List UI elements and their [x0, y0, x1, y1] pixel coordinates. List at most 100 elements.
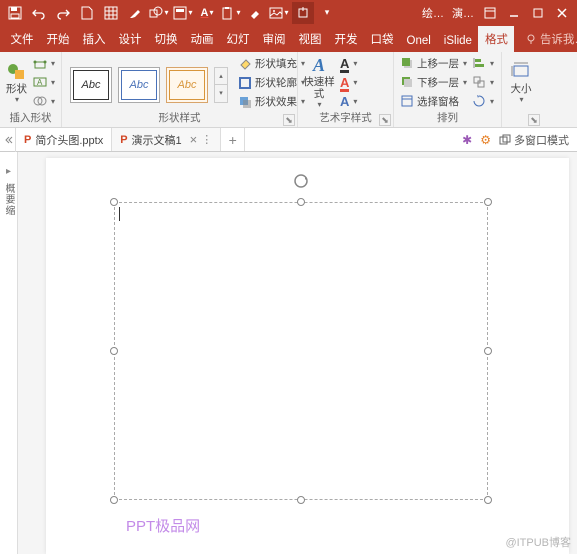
tab-design[interactable]: 设计: [112, 26, 148, 52]
shape-styles-launcher[interactable]: ⬊: [283, 114, 295, 126]
gallery-more-button[interactable]: ▴▾: [214, 67, 228, 103]
tell-me-search[interactable]: 告诉我…: [518, 26, 577, 52]
text-box-button[interactable]: A▾: [31, 73, 57, 91]
eraser-button[interactable]: [244, 2, 266, 24]
bring-forward-icon: [400, 56, 414, 70]
image-qat-button[interactable]: ▾: [268, 2, 290, 24]
resize-handle-e[interactable]: [484, 347, 492, 355]
outline-pane[interactable]: ▸ 概要缩: [0, 152, 18, 554]
tab-review[interactable]: 审阅: [256, 26, 292, 52]
rt-icon-1[interactable]: ✱: [462, 133, 472, 147]
font-color-button[interactable]: A▾: [196, 2, 218, 24]
shapes-qat-button[interactable]: ▾: [148, 2, 170, 24]
size-button[interactable]: 大小 ▾: [506, 54, 536, 110]
bulb-icon: [525, 33, 537, 45]
powerpoint-icon: P: [24, 134, 31, 146]
minimize-button[interactable]: [503, 2, 525, 24]
addon-qat-button[interactable]: [292, 2, 314, 24]
align-icon: [472, 56, 486, 70]
document-tabs: P 简介头图.pptx P 演示文稿1 × ⋮ + ✱ ⚙ 多窗口模式: [0, 128, 577, 152]
highlighter-button[interactable]: [124, 2, 146, 24]
edit-shape-icon: [33, 56, 47, 70]
shapes-button[interactable]: 形状 ▾: [4, 54, 29, 110]
watermark-text-2: @ITPUB博客: [505, 534, 571, 550]
resize-handle-s[interactable]: [297, 496, 305, 504]
wordart-launcher[interactable]: ⬊: [379, 114, 391, 126]
rotate-handle[interactable]: [293, 173, 309, 189]
layout-qat-button[interactable]: ▾: [172, 2, 194, 24]
shapes-icon: [6, 61, 26, 81]
bring-forward-button[interactable]: 上移一层▾: [398, 54, 468, 72]
size-icon: [511, 61, 531, 81]
close-tab-button[interactable]: ×: [190, 132, 198, 147]
shape-outline-button[interactable]: 形状轮廓▾: [236, 74, 307, 92]
tab-developer[interactable]: 开发: [328, 26, 364, 52]
workspace: ▸ 概要缩 + PPT极品网 @ITPUB博客: [0, 152, 577, 554]
svg-text:A: A: [37, 78, 43, 87]
tab-home[interactable]: 开始: [40, 26, 76, 52]
send-backward-button[interactable]: 下移一层▾: [398, 73, 468, 91]
rt-icon-2[interactable]: ⚙: [480, 133, 491, 147]
tab-slideshow[interactable]: 幻灯: [220, 26, 256, 52]
ribbon-options-button[interactable]: [479, 2, 501, 24]
shape-style-gallery[interactable]: Abc Abc Abc ▴▾: [70, 62, 228, 108]
effects-icon: [238, 95, 252, 109]
text-cursor: [119, 207, 120, 221]
redo-button[interactable]: [52, 2, 74, 24]
tab-file[interactable]: 文件: [4, 26, 40, 52]
align-button[interactable]: ▾: [470, 54, 496, 72]
resize-handle-sw[interactable]: [110, 496, 118, 504]
edit-shape-button[interactable]: ▾: [31, 54, 57, 72]
text-fill-icon: A: [340, 56, 349, 71]
doc-tab-1[interactable]: P 简介头图.pptx: [16, 128, 112, 151]
group-shape-styles: Abc Abc Abc ▴▾ 形状填充▾ 形状轮廓▾ 形状效果▾ 形状样式 ⬊: [62, 52, 298, 127]
ribbon-tabs: 文件 开始 插入 设计 切换 动画 幻灯 审阅 视图 开发 口袋 Onel iS…: [0, 25, 577, 52]
tab-insert[interactable]: 插入: [76, 26, 112, 52]
doc-tab-2[interactable]: P 演示文稿1 × ⋮: [112, 128, 221, 151]
tab-transitions[interactable]: 切换: [148, 26, 184, 52]
tab-islide[interactable]: iSlide: [437, 30, 478, 52]
doc-tab-1-label: 简介头图.pptx: [35, 132, 103, 148]
outline-icon: [238, 76, 252, 90]
table-button[interactable]: [100, 2, 122, 24]
save-button[interactable]: [4, 2, 26, 24]
resize-handle-nw[interactable]: [110, 198, 118, 206]
outline-label: 概要缩: [1, 183, 16, 216]
style-thumb-2[interactable]: Abc: [118, 67, 160, 103]
tab-view[interactable]: 视图: [292, 26, 328, 52]
selection-pane-button[interactable]: 选择窗格: [398, 92, 468, 110]
new-file-button[interactable]: [76, 2, 98, 24]
rotate-button[interactable]: ▾: [470, 92, 496, 110]
resize-handle-n[interactable]: [297, 198, 305, 206]
size-launcher[interactable]: ⬊: [528, 114, 540, 126]
undo-button[interactable]: [28, 2, 50, 24]
tab-animations[interactable]: 动画: [184, 26, 220, 52]
text-box-shape[interactable]: [114, 202, 488, 500]
close-button[interactable]: [551, 2, 573, 24]
collapse-button[interactable]: [0, 128, 16, 152]
paste-qat-button[interactable]: ▾: [220, 2, 242, 24]
text-fill-button[interactable]: A▾: [338, 54, 359, 72]
tab-menu-button[interactable]: ⋮: [201, 133, 212, 146]
text-effects-button[interactable]: A▾: [338, 92, 359, 110]
multi-window-button[interactable]: 多窗口模式: [499, 132, 569, 148]
resize-handle-ne[interactable]: [484, 198, 492, 206]
resize-handle-w[interactable]: [110, 347, 118, 355]
text-outline-button[interactable]: A▾: [338, 73, 359, 91]
shape-effects-button[interactable]: 形状效果▾: [236, 93, 307, 111]
style-thumb-1[interactable]: Abc: [70, 67, 112, 103]
style-thumb-3[interactable]: Abc: [166, 67, 208, 103]
tab-koudai[interactable]: 口袋: [364, 26, 400, 52]
expand-icon[interactable]: ▸: [6, 166, 11, 177]
slide-canvas[interactable]: + PPT极品网: [46, 158, 569, 554]
qat-more-button[interactable]: ▾: [316, 2, 338, 24]
tab-onel[interactable]: Onel: [400, 30, 437, 52]
new-tab-button[interactable]: +: [221, 128, 245, 151]
tab-format[interactable]: 格式: [478, 26, 514, 52]
merge-shapes-button[interactable]: ▾: [31, 92, 57, 110]
quick-styles-button[interactable]: A 快速样式 ▾: [302, 54, 336, 110]
group-objects-button[interactable]: ▾: [470, 73, 496, 91]
resize-handle-se[interactable]: [484, 496, 492, 504]
maximize-button[interactable]: [527, 2, 549, 24]
shape-fill-button[interactable]: 形状填充▾: [236, 55, 307, 73]
